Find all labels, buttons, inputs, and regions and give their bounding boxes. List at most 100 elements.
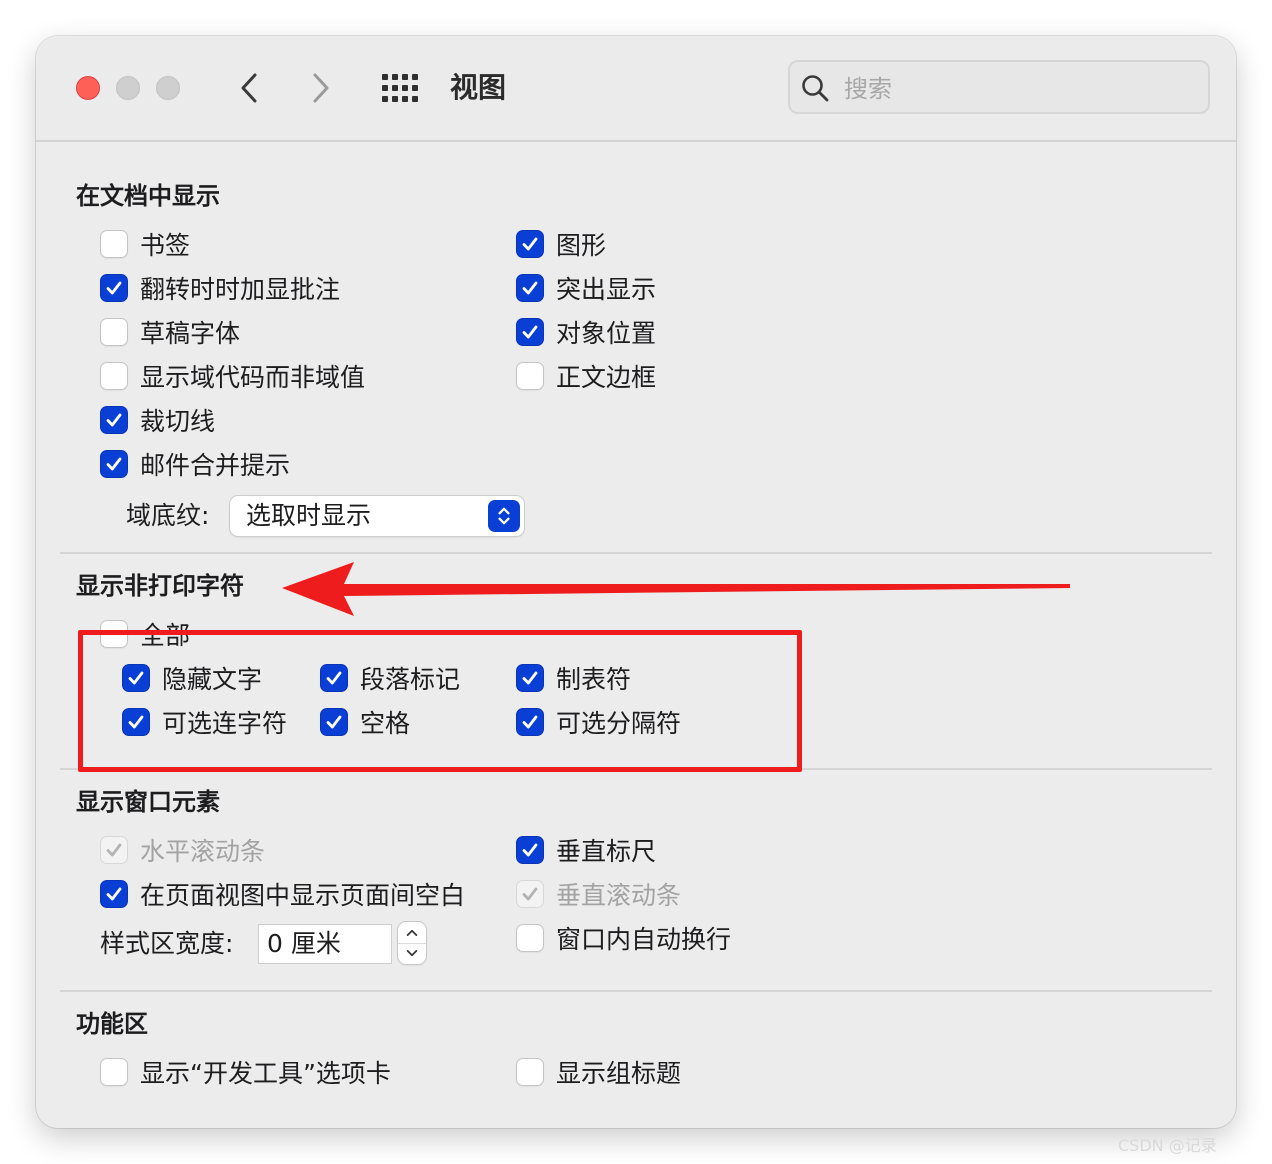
checkbox-mail-merge-hints[interactable]: 邮件合并提示: [100, 444, 290, 484]
checkmark-icon: [522, 843, 538, 857]
updown-chevron-icon: [488, 500, 520, 532]
checkbox-drawings[interactable]: 图形: [516, 224, 606, 264]
checkbox-object-anchors[interactable]: 对象位置: [516, 312, 656, 352]
checkbox-label: 在页面视图中显示页面间空白: [140, 881, 466, 910]
checkbox-box: [516, 664, 544, 692]
preferences-content: 在文档中显示 书签 翻转时时加显批注 草稿字体 显示域代码而非域值 裁切线 邮件…: [36, 36, 1236, 1128]
checkmark-icon: [106, 457, 122, 471]
checkbox-label: 水平滚动条: [140, 837, 266, 866]
checkbox-box: [516, 880, 544, 908]
checkbox-hidden-text[interactable]: 隐藏文字: [122, 658, 262, 698]
checkbox-highlight[interactable]: 突出显示: [516, 268, 656, 308]
checkbox-box: [100, 450, 128, 478]
checkbox-tab-characters[interactable]: 制表符: [516, 658, 631, 698]
checkbox-optional-breaks[interactable]: 可选分隔符: [516, 702, 681, 742]
checkmark-icon: [522, 237, 538, 251]
section-heading-show-in-document: 在文档中显示: [76, 182, 220, 210]
checkbox-group-titles[interactable]: 显示组标题: [516, 1052, 681, 1092]
checkbox-box: [516, 318, 544, 346]
checkmark-icon: [326, 671, 342, 685]
checkbox-crop-marks[interactable]: 裁切线: [100, 400, 215, 440]
checkbox-label: 全部: [140, 621, 191, 650]
checkbox-label: 垂直标尺: [556, 837, 657, 866]
checkbox-box: [100, 836, 128, 864]
field-shading-value: 选取时显示: [246, 501, 372, 530]
checkbox-box: [516, 230, 544, 258]
checkbox-label: 显示组标题: [556, 1059, 682, 1088]
checkbox-vertical-scrollbar: 垂直滚动条: [516, 874, 681, 914]
checkbox-box: [516, 836, 544, 864]
checkmark-icon: [106, 887, 122, 901]
checkbox-label: 书签: [140, 231, 191, 260]
checkbox-paragraph-marks[interactable]: 段落标记: [320, 658, 460, 698]
checkbox-developer-tab[interactable]: 显示“开发工具”选项卡: [100, 1052, 391, 1092]
checkbox-field-codes[interactable]: 显示域代码而非域值: [100, 356, 365, 396]
checkbox-all-nonprinting[interactable]: 全部: [100, 614, 190, 654]
checkmark-icon: [106, 281, 122, 295]
checkbox-label: 显示域代码而非域值: [140, 363, 366, 392]
checkbox-box: [516, 708, 544, 736]
checkbox-label: 可选连字符: [162, 709, 288, 738]
checkmark-icon: [522, 671, 538, 685]
checkbox-horizontal-scrollbar: 水平滚动条: [100, 830, 265, 870]
checkmark-icon: [522, 325, 538, 339]
checkbox-draft-font[interactable]: 草稿字体: [100, 312, 240, 352]
checkbox-text-boundaries[interactable]: 正文边框: [516, 356, 656, 396]
style-area-width-value: 0 厘米: [267, 929, 341, 958]
checkbox-spaces[interactable]: 空格: [320, 702, 410, 742]
checkbox-label: 对象位置: [556, 319, 657, 348]
checkbox-page-whitespace[interactable]: 在页面视图中显示页面间空白: [100, 874, 465, 914]
checkbox-box: [100, 318, 128, 346]
field-shading-label: 域底纹:: [126, 501, 210, 530]
style-area-width-stepper[interactable]: [398, 922, 426, 964]
preferences-window: 视图 在文档中显示 书签 翻转时时加显批注 草稿字体 显示域代码而非域值: [36, 36, 1236, 1128]
section-heading-window-elements: 显示窗口元素: [76, 788, 220, 816]
checkbox-label: 图形: [556, 231, 607, 260]
checkbox-box: [100, 1058, 128, 1086]
checkmark-icon: [106, 843, 122, 857]
checkmark-icon: [128, 671, 144, 685]
section-heading-nonprinting: 显示非打印字符: [76, 572, 244, 600]
checkbox-box: [100, 362, 128, 390]
checkbox-label: 草稿字体: [140, 319, 241, 348]
checkbox-label: 突出显示: [556, 275, 657, 304]
watermark: CSDN @记录: [1118, 1136, 1217, 1155]
checkbox-comments-on-rollover[interactable]: 翻转时时加显批注: [100, 268, 340, 308]
checkbox-label: 垂直滚动条: [556, 881, 682, 910]
checkbox-box: [516, 362, 544, 390]
checkbox-optional-hyphens[interactable]: 可选连字符: [122, 702, 287, 742]
checkbox-box: [100, 406, 128, 434]
checkbox-box: [122, 708, 150, 736]
annotation-arrow: [282, 562, 1070, 616]
checkbox-box: [320, 708, 348, 736]
section-divider: [60, 990, 1212, 992]
field-shading-select[interactable]: 选取时显示: [230, 496, 524, 536]
checkbox-box: [100, 274, 128, 302]
checkbox-vertical-ruler[interactable]: 垂直标尺: [516, 830, 656, 870]
checkmark-icon: [522, 715, 538, 729]
checkbox-label: 制表符: [556, 665, 632, 694]
checkbox-bookmarks[interactable]: 书签: [100, 224, 190, 264]
checkmark-icon: [326, 715, 342, 729]
checkbox-wrap-in-window[interactable]: 窗口内自动换行: [516, 918, 731, 958]
checkbox-label: 空格: [360, 709, 411, 738]
stepper-up-button[interactable]: [398, 922, 426, 944]
checkmark-icon: [106, 413, 122, 427]
checkbox-box: [516, 274, 544, 302]
checkbox-box: [100, 620, 128, 648]
checkbox-box: [100, 230, 128, 258]
checkmark-icon: [522, 281, 538, 295]
checkbox-label: 窗口内自动换行: [556, 925, 732, 954]
checkmark-icon: [522, 887, 538, 901]
style-area-width-input[interactable]: 0 厘米: [258, 924, 392, 964]
checkbox-box: [516, 924, 544, 952]
checkbox-label: 可选分隔符: [556, 709, 682, 738]
checkbox-box: [122, 664, 150, 692]
checkmark-icon: [128, 715, 144, 729]
checkbox-label: 段落标记: [360, 665, 461, 694]
stepper-down-button[interactable]: [398, 943, 426, 964]
checkbox-label: 翻转时时加显批注: [140, 275, 341, 304]
checkbox-label: 隐藏文字: [162, 665, 263, 694]
style-area-width-label: 样式区宽度:: [100, 929, 234, 958]
chevron-up-icon: [406, 929, 418, 936]
